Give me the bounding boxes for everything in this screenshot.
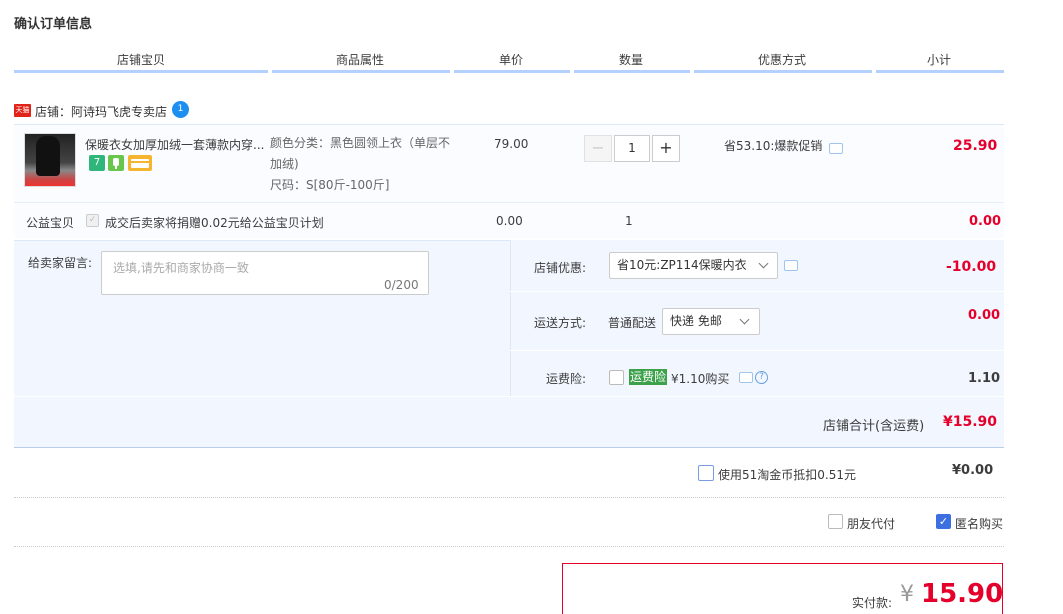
friend-pay-label: 朋友代付 (847, 517, 896, 531)
header-underline (14, 70, 1004, 73)
product-title-link[interactable]: 保暖衣女加厚加绒一套薄款内穿... (85, 136, 267, 153)
payment-amount: 15.90 (921, 579, 1004, 609)
shipping-method: 普通配送 (608, 316, 657, 330)
anonymous-label: 匿名购买 (955, 517, 1004, 531)
message-char-count: 0/200 (384, 278, 419, 292)
charity-subtotal: 0.00 (969, 214, 1002, 229)
shipping-value: 快递 免邮 (670, 314, 722, 328)
charity-price: 0.00 (496, 214, 523, 228)
shop-discount-label: 店铺优惠: (534, 261, 587, 275)
insurance-amount: 1.10 (968, 371, 1001, 386)
quantity-decrease-button[interactable]: − (584, 135, 612, 162)
item-subtotal: 25.90 (953, 138, 998, 154)
item-color-attr: 颜色分类：黑色圆领上衣（单层不 (270, 136, 451, 150)
shop-discount-value: 省10元:ZP114保暖内衣 (617, 258, 747, 272)
chat-seller-icon[interactable]: 1 (172, 101, 189, 118)
item-size-attr: 尺码：S[80斤-100斤] (270, 178, 390, 192)
insurance-checkbox[interactable] (609, 370, 624, 385)
shop-total-amount: ¥15.90 (943, 414, 998, 430)
col-header-subtotal: 小计 (926, 53, 951, 67)
insurance-comment-icon[interactable] (739, 372, 753, 383)
quantity-increase-button[interactable]: + (652, 135, 680, 162)
insurance-badge: 运费险 (629, 369, 667, 385)
payment-currency: ¥ (900, 582, 914, 607)
charity-text: 成交后卖家将捐赠0.02元给公益宝贝计划 (105, 216, 324, 230)
item-unit-price: 79.00 (494, 137, 529, 151)
coins-label: 使用51淘金币抵扣0.51元 (718, 468, 856, 482)
product-thumbnail-figure (36, 136, 60, 176)
col-header-discount: 优惠方式 (757, 53, 806, 67)
item-color-attr-cont: 加绒) (270, 157, 299, 171)
service-icon (108, 155, 124, 171)
col-header-unit-price: 单价 (498, 53, 523, 67)
col-header-shop-item: 店铺宝贝 (116, 53, 165, 67)
shop-discount-amount: -10.00 (946, 259, 997, 275)
insurance-label: 运费险: (546, 372, 587, 386)
payment-label: 实付款: (852, 596, 893, 610)
promo-comment-icon[interactable] (829, 143, 843, 154)
anonymous-checkbox[interactable]: ✓ (936, 514, 951, 529)
shipping-label: 运送方式: (534, 316, 587, 330)
discount-comment-icon[interactable] (784, 260, 798, 271)
charity-checkbox: ✓ (86, 214, 99, 227)
col-header-quantity: 数量 (618, 53, 643, 67)
item-promotion: 省53.10:爆款促销 (724, 139, 823, 153)
shop-discount-select[interactable]: 省10元:ZP114保暖内衣 (609, 252, 778, 279)
col-header-attributes: 商品属性 (335, 53, 384, 67)
charity-label: 公益宝贝 (26, 216, 75, 230)
seller-message-placeholder: 选填,请先和商家协商一致 (113, 261, 249, 275)
coins-amount: ¥0.00 (952, 463, 994, 478)
help-icon[interactable]: ? (755, 371, 768, 384)
seven-day-return-icon: 7 (89, 155, 105, 171)
shop-name-link[interactable]: 店铺：阿诗玛飞虎专卖店 (35, 103, 167, 120)
page-title: 确认订单信息 (14, 17, 93, 32)
friend-pay-checkbox[interactable] (828, 514, 843, 529)
tmall-icon: 天猫 (14, 104, 31, 117)
shop-total-label: 店铺合计(含运费) (823, 419, 925, 434)
shipping-amount: 0.00 (968, 308, 1001, 323)
quantity-input[interactable]: 1 (614, 135, 650, 162)
coins-checkbox[interactable] (698, 465, 714, 481)
credit-card-icon (128, 155, 152, 171)
charity-qty: 1 (625, 214, 633, 228)
message-label: 给卖家留言: (28, 256, 93, 270)
insurance-text: ¥1.10购买 (671, 372, 730, 386)
